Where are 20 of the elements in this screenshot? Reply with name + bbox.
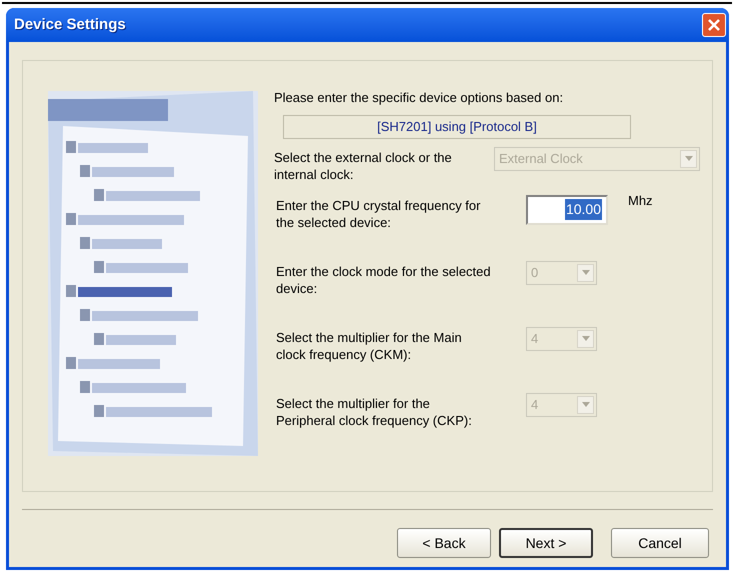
dropdown-value: 4 <box>531 330 540 348</box>
dialog-button[interactable]: Next > <box>499 528 593 558</box>
window-title: Device Settings <box>14 14 126 35</box>
dialog-button[interactable]: Cancel <box>611 528 709 558</box>
field-value: 10.00 <box>564 199 602 220</box>
unit-label: Mhz <box>628 192 653 210</box>
intro-text: Please enter the specific device options based on: <box>274 89 564 107</box>
dropdown-value: 4 <box>531 396 540 414</box>
frequency-field[interactable]: 10.00 <box>526 194 608 224</box>
setting-label: Select the external clock or the internal clock: <box>274 148 453 182</box>
dropdown-value: External Clock <box>499 150 584 168</box>
close-icon <box>708 19 720 31</box>
setting-label: Enter the CPU crystal frequency for the selected device: <box>276 196 482 230</box>
close-button[interactable] <box>702 13 726 37</box>
dropdown-value: 0 <box>531 264 540 282</box>
dialog-button[interactable]: < Back <box>397 528 491 558</box>
setting-label: Select the multiplier for the Peripheral clock frequency (CKP): <box>276 394 473 428</box>
setting-label: Enter the clock mode for the selected device: <box>276 262 491 296</box>
device-text: [SH7201] using [Protocol B] <box>377 118 537 136</box>
setting-label: Select the multiplier for the Main clock frequency (CKM): <box>276 328 463 362</box>
